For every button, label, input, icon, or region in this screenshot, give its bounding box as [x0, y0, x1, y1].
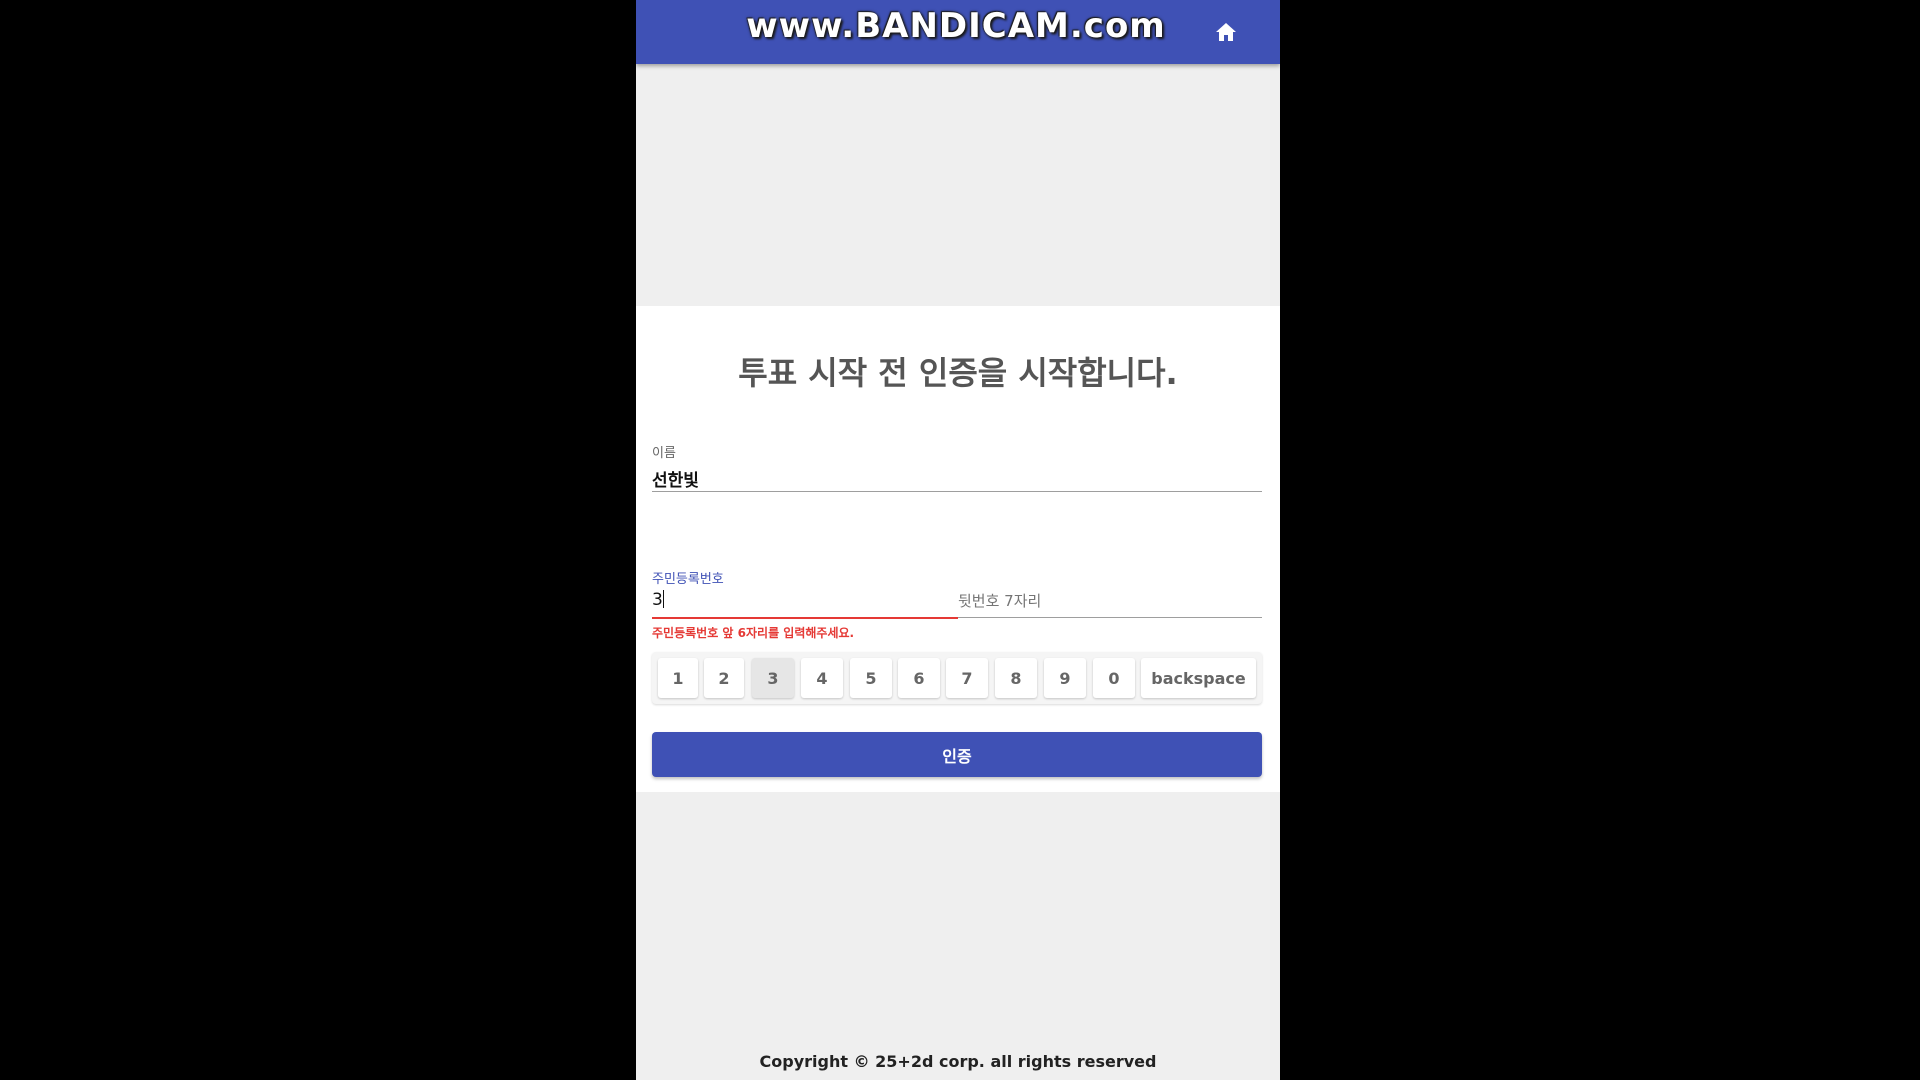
rrn-front-value: 3 [652, 590, 663, 610]
rrn-front-underline [652, 617, 958, 619]
key-5[interactable]: 5 [850, 658, 892, 698]
auth-card: 투표 시작 전 인증을 시작합니다. 이름 선한빛 주민등록번호 3 주민등록번… [636, 306, 1280, 792]
key-3[interactable]: 3 [752, 658, 794, 698]
recording-watermark: www.BANDICAM.com [746, 6, 1166, 46]
backspace-key[interactable]: backspace [1141, 658, 1256, 698]
text-cursor [662, 590, 664, 608]
verify-button[interactable]: 인증 [652, 732, 1262, 777]
key-0[interactable]: 0 [1093, 658, 1135, 698]
rrn-error-message: 주민등록번호 앞 6자리를 입력해주세요. [652, 626, 855, 640]
name-label: 이름 [652, 446, 676, 461]
key-2[interactable]: 2 [704, 658, 744, 698]
key-8[interactable]: 8 [995, 658, 1037, 698]
name-field[interactable]: 선한빛 [652, 466, 699, 491]
name-field-underline [652, 491, 1262, 492]
app-viewport: www.BANDICAM.com 투표 시작 전 인증을 시작합니다. 이름 선… [636, 0, 1280, 1080]
home-icon [1216, 23, 1236, 41]
number-keypad: 1 2 3 4 5 6 7 8 9 0 backspace [652, 652, 1262, 704]
key-4[interactable]: 4 [801, 658, 843, 698]
home-button[interactable] [1212, 18, 1240, 46]
rrn-back-underline [958, 617, 1262, 618]
rrn-label: 주민등록번호 [652, 572, 724, 587]
copyright-footer: Copyright © 25+2d corp. all rights reser… [759, 1052, 1157, 1071]
key-6[interactable]: 6 [898, 658, 940, 698]
rrn-back-field[interactable] [958, 592, 1258, 610]
key-1[interactable]: 1 [658, 658, 698, 698]
app-bar: www.BANDICAM.com [636, 0, 1280, 64]
key-9[interactable]: 9 [1044, 658, 1086, 698]
rrn-front-field[interactable]: 3 [652, 590, 664, 610]
page-title: 투표 시작 전 인증을 시작합니다. [738, 354, 1178, 392]
key-7[interactable]: 7 [946, 658, 988, 698]
